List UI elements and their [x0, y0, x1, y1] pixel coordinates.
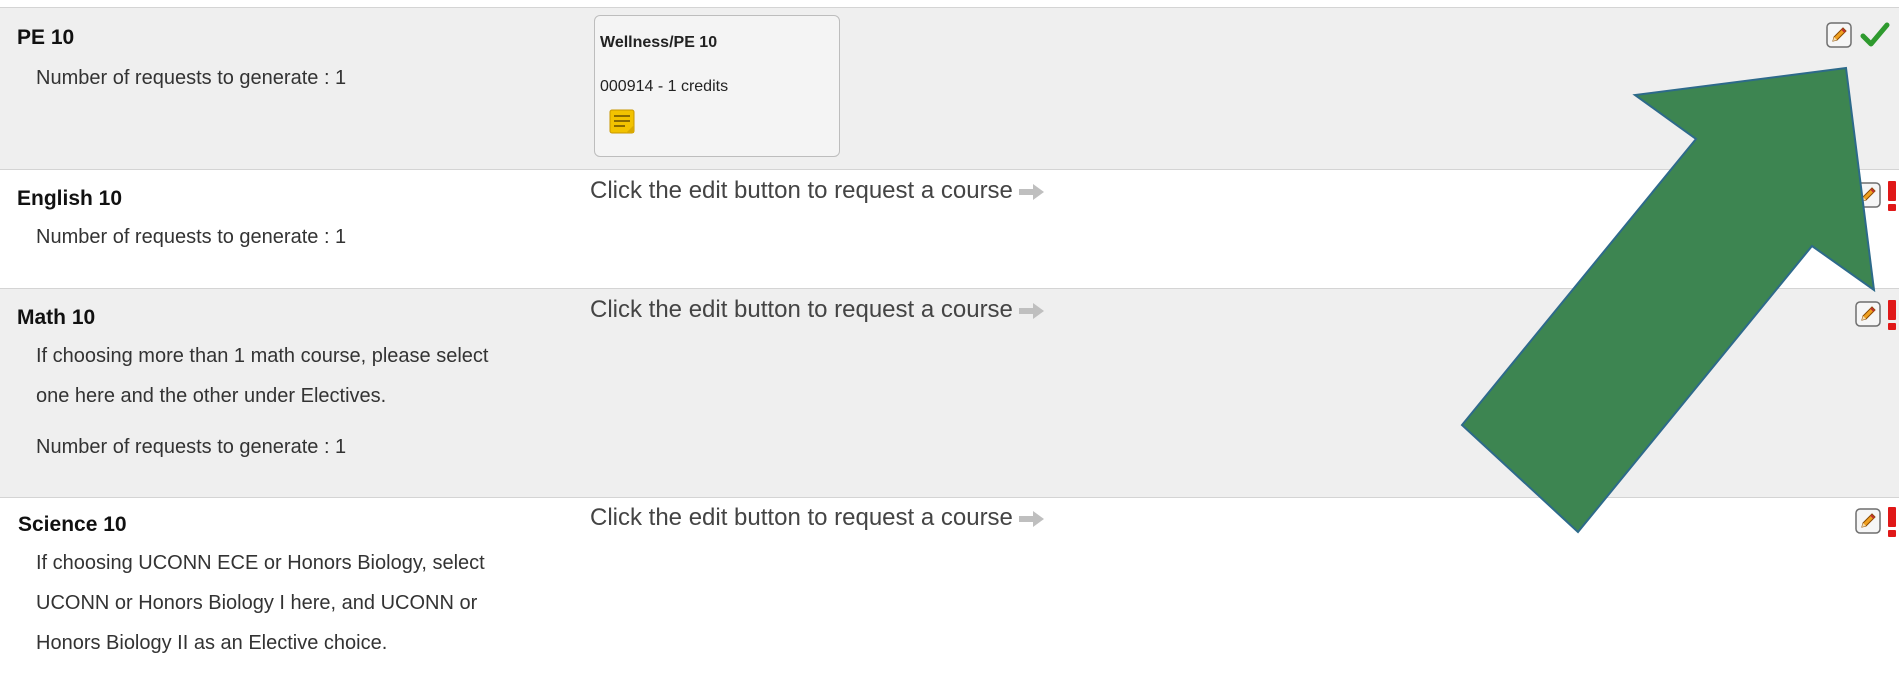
gray-right-arrow-icon — [1018, 510, 1044, 527]
request-course-name: Wellness/PE 10 — [600, 34, 718, 51]
requests-count-text: Number of requests to generate : 1 — [36, 226, 347, 248]
gray-right-arrow-icon — [1018, 183, 1044, 200]
course-row-science-10: Science 10 Click the edit button to requ… — [0, 497, 1899, 674]
red-exclamation-icon — [1888, 507, 1896, 537]
request-prompt: Click the edit button to request a cours… — [590, 296, 1045, 324]
red-exclamation-icon — [1888, 181, 1896, 211]
gray-right-arrow-icon — [1018, 302, 1044, 319]
course-request-list: PE 10 Number of requests to generate : 1… — [0, 0, 1899, 674]
green-checkmark-icon — [1860, 22, 1890, 47]
course-description-line: one here and the other under Electives. — [36, 385, 387, 407]
course-title: Science 10 — [18, 513, 127, 536]
course-description-line: UCONN or Honors Biology I here, and UCON… — [36, 592, 478, 614]
requests-count-text: Number of requests to generate : 1 — [36, 67, 347, 89]
edit-pencil-icon[interactable] — [1855, 301, 1881, 327]
request-course-detail: 000914 - 1 credits — [600, 78, 729, 95]
course-title: Math 10 — [17, 306, 96, 329]
sticky-note-icon[interactable] — [609, 109, 635, 135]
request-prompt-text: Click the edit button to request a cours… — [590, 504, 1013, 531]
request-prompt-text: Click the edit button to request a cours… — [590, 296, 1013, 323]
request-prompt: Click the edit button to request a cours… — [590, 177, 1045, 205]
request-prompt-text: Click the edit button to request a cours… — [590, 177, 1013, 204]
requests-count-text: Number of requests to generate : 1 — [36, 436, 347, 458]
course-title: English 10 — [17, 187, 123, 210]
edit-pencil-icon[interactable] — [1855, 508, 1881, 534]
course-description-line: If choosing UCONN ECE or Honors Biology,… — [36, 552, 485, 574]
edit-pencil-icon[interactable] — [1826, 22, 1852, 48]
request-prompt: Click the edit button to request a cours… — [590, 504, 1045, 532]
course-row-math-10: Math 10 Click the edit button to request… — [0, 288, 1899, 497]
course-row-pe-10: PE 10 Number of requests to generate : 1… — [0, 7, 1899, 169]
course-title: PE 10 — [17, 26, 75, 49]
course-description-line: Honors Biology II as an Elective choice. — [36, 632, 388, 654]
course-row-english-10: English 10 Click the edit button to requ… — [0, 169, 1899, 288]
red-exclamation-icon — [1888, 300, 1896, 330]
course-description-line: If choosing more than 1 math course, ple… — [36, 345, 489, 367]
course-request-card[interactable]: Wellness/PE 10 000914 - 1 credits — [594, 15, 840, 157]
edit-pencil-icon[interactable] — [1855, 182, 1881, 208]
